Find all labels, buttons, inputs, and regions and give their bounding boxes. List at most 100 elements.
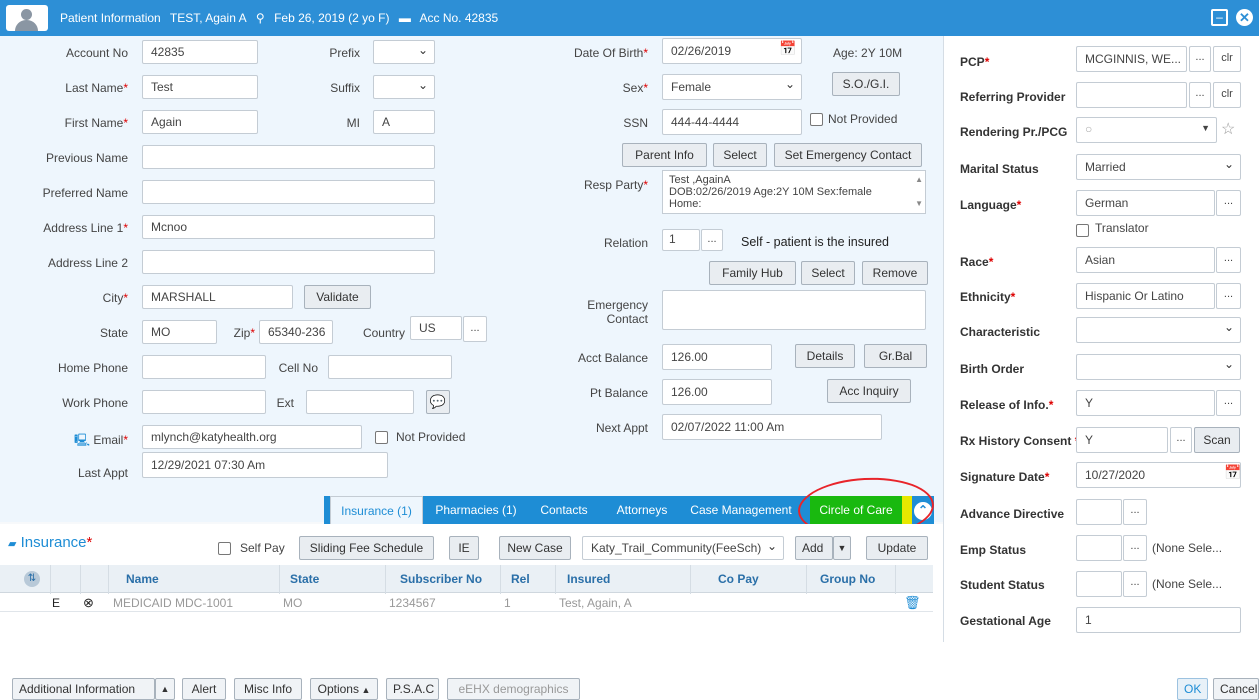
options-button[interactable]: Options ▲ <box>310 678 378 700</box>
last-name-input[interactable]: Test <box>142 75 258 99</box>
address-line2-input[interactable] <box>142 250 435 274</box>
cancel-button[interactable]: Cancel <box>1213 678 1259 700</box>
tab-attorneys[interactable]: Attorneys <box>608 496 676 524</box>
next-appt-input[interactable]: 02/07/2022 11:00 Am <box>662 414 882 440</box>
pcp-clear-button[interactable]: clr <box>1213 46 1241 72</box>
add-button[interactable]: Add <box>795 536 833 560</box>
work-phone-input[interactable] <box>142 390 266 414</box>
fee-schedule-select[interactable]: Katy_Trail_Community(FeeSch) ⌄ <box>582 536 784 560</box>
account-no-input[interactable]: 42835 <box>142 40 258 64</box>
state-input[interactable]: MO <box>142 320 217 344</box>
prefix-select[interactable]: ⌄ <box>373 40 435 64</box>
col-group-no[interactable]: Group No <box>820 565 875 593</box>
family-hub-button[interactable]: Family Hub <box>709 261 796 285</box>
home-phone-input[interactable] <box>142 355 266 379</box>
close-icon[interactable]: ✕ <box>1236 9 1253 26</box>
tab-case-management[interactable]: Case Management <box>688 496 794 524</box>
tab-pharmacies[interactable]: Pharmacies (1) <box>430 496 522 524</box>
details-button[interactable]: Details <box>795 344 855 368</box>
chevron-up-icon[interactable]: ▲ <box>155 678 175 700</box>
acct-balance-input[interactable]: 126.00 <box>662 344 772 370</box>
ie-button[interactable]: IE <box>449 536 479 560</box>
tab-insurance[interactable]: Insurance (1) <box>330 496 423 524</box>
gestational-age-input[interactable]: 1 <box>1076 607 1241 633</box>
chat-icon[interactable]: 💬 <box>426 390 450 414</box>
relation-lookup-button[interactable]: ... <box>701 229 723 251</box>
release-of-info-input[interactable]: Y <box>1076 390 1215 416</box>
referring-provider-input[interactable] <box>1076 82 1187 108</box>
trash-icon[interactable]: 🗑 <box>904 594 921 612</box>
add-dropdown-icon[interactable]: ▼ <box>833 536 851 560</box>
acc-inquiry-button[interactable]: Acc Inquiry <box>827 379 911 403</box>
address-line1-input[interactable]: Mcnoo <box>142 215 435 239</box>
language-lookup-button[interactable]: ... <box>1216 190 1241 216</box>
pcp-lookup-button[interactable]: ... <box>1189 46 1211 72</box>
email-input[interactable]: mlynch@katyhealth.org <box>142 425 362 449</box>
cell-no-input[interactable] <box>328 355 452 379</box>
last-appt-input[interactable]: 12/29/2021 07:30 Am <box>142 452 388 478</box>
referring-lookup-button[interactable]: ... <box>1189 82 1211 108</box>
set-emergency-contact-button[interactable]: Set Emergency Contact <box>774 143 922 167</box>
ssn-not-provided-checkbox[interactable] <box>810 113 823 126</box>
sort-icon[interactable]: ⇅ <box>24 571 40 587</box>
psac-button[interactable]: P.S.A.C <box>386 678 439 700</box>
country-input[interactable]: US <box>410 316 462 340</box>
release-lookup-button[interactable]: ... <box>1216 390 1241 416</box>
select-parent-button[interactable]: Select <box>713 143 767 167</box>
ok-button[interactable]: OK <box>1177 678 1208 700</box>
self-pay-checkbox[interactable] <box>218 542 231 555</box>
col-rel[interactable]: Rel <box>511 565 530 593</box>
select-family-button[interactable]: Select <box>801 261 855 285</box>
pt-balance-input[interactable]: 126.00 <box>662 379 772 405</box>
tab-contacts[interactable]: Contacts <box>534 496 594 524</box>
rx-history-consent-input[interactable]: Y <box>1076 427 1168 453</box>
marital-status-select[interactable]: Married ⌄ <box>1076 154 1241 180</box>
race-input[interactable]: Asian <box>1076 247 1215 273</box>
col-co-pay[interactable]: Co Pay <box>718 565 759 593</box>
ethnicity-input[interactable]: Hispanic Or Latino <box>1076 283 1215 309</box>
resp-party-box[interactable]: Test ,AgainA DOB:02/26/2019 Age:2Y 10M S… <box>662 170 926 214</box>
scroll-down-icon[interactable]: ▼ <box>915 198 923 210</box>
city-input[interactable]: MARSHALL <box>142 285 293 309</box>
star-icon[interactable]: ☆ <box>1221 119 1235 139</box>
translator-checkbox[interactable] <box>1076 224 1089 237</box>
student-status-input[interactable] <box>1076 571 1122 597</box>
new-case-button[interactable]: New Case <box>499 536 571 560</box>
previous-name-input[interactable] <box>142 145 435 169</box>
suffix-select[interactable]: ⌄ <box>373 75 435 99</box>
additional-information-button[interactable]: Additional Information <box>12 678 155 700</box>
language-input[interactable]: German <box>1076 190 1215 216</box>
referring-clear-button[interactable]: clr <box>1213 82 1241 108</box>
scroll-up-icon[interactable]: ▲ <box>915 174 923 186</box>
eehx-demographics-button[interactable]: eEHX demographics <box>447 678 580 700</box>
zip-input[interactable]: 65340-236 <box>259 320 333 344</box>
ethnicity-lookup-button[interactable]: ... <box>1216 283 1241 309</box>
sliding-fee-schedule-button[interactable]: Sliding Fee Schedule <box>299 536 434 560</box>
advance-directive-input[interactable] <box>1076 499 1122 525</box>
country-lookup-button[interactable]: ... <box>463 316 487 342</box>
parent-info-button[interactable]: Parent Info <box>622 143 707 167</box>
ssn-input[interactable]: 444-44-4444 <box>662 109 802 135</box>
validate-button[interactable]: Validate <box>304 285 371 309</box>
emergency-contact-input[interactable] <box>662 290 926 330</box>
sogi-button[interactable]: S.O./G.I. <box>832 72 900 96</box>
mi-input[interactable]: A <box>373 110 435 134</box>
update-button[interactable]: Update <box>866 536 928 560</box>
calendar-icon[interactable]: 📅 <box>779 40 796 57</box>
scan-button[interactable]: Scan <box>1194 427 1240 453</box>
misc-info-button[interactable]: Misc Info <box>234 678 302 700</box>
calendar-icon[interactable]: 📅 <box>1224 464 1241 481</box>
ext-input[interactable] <box>306 390 414 414</box>
relation-input[interactable]: 1 <box>662 229 700 251</box>
emp-status-input[interactable] <box>1076 535 1122 561</box>
preferred-name-input[interactable] <box>142 180 435 204</box>
grbal-button[interactable]: Gr.Bal <box>864 344 927 368</box>
emp-status-lookup-button[interactable]: ... <box>1123 535 1147 561</box>
advance-directive-lookup-button[interactable]: ... <box>1123 499 1147 525</box>
col-state[interactable]: State <box>290 565 319 593</box>
student-status-lookup-button[interactable]: ... <box>1123 571 1147 597</box>
alert-button[interactable]: Alert <box>182 678 226 700</box>
characteristic-select[interactable]: ⌄ <box>1076 317 1241 343</box>
sex-select[interactable]: Female ⌄ <box>662 74 802 100</box>
rendering-provider-input[interactable]: ○ ▼ <box>1076 117 1217 143</box>
